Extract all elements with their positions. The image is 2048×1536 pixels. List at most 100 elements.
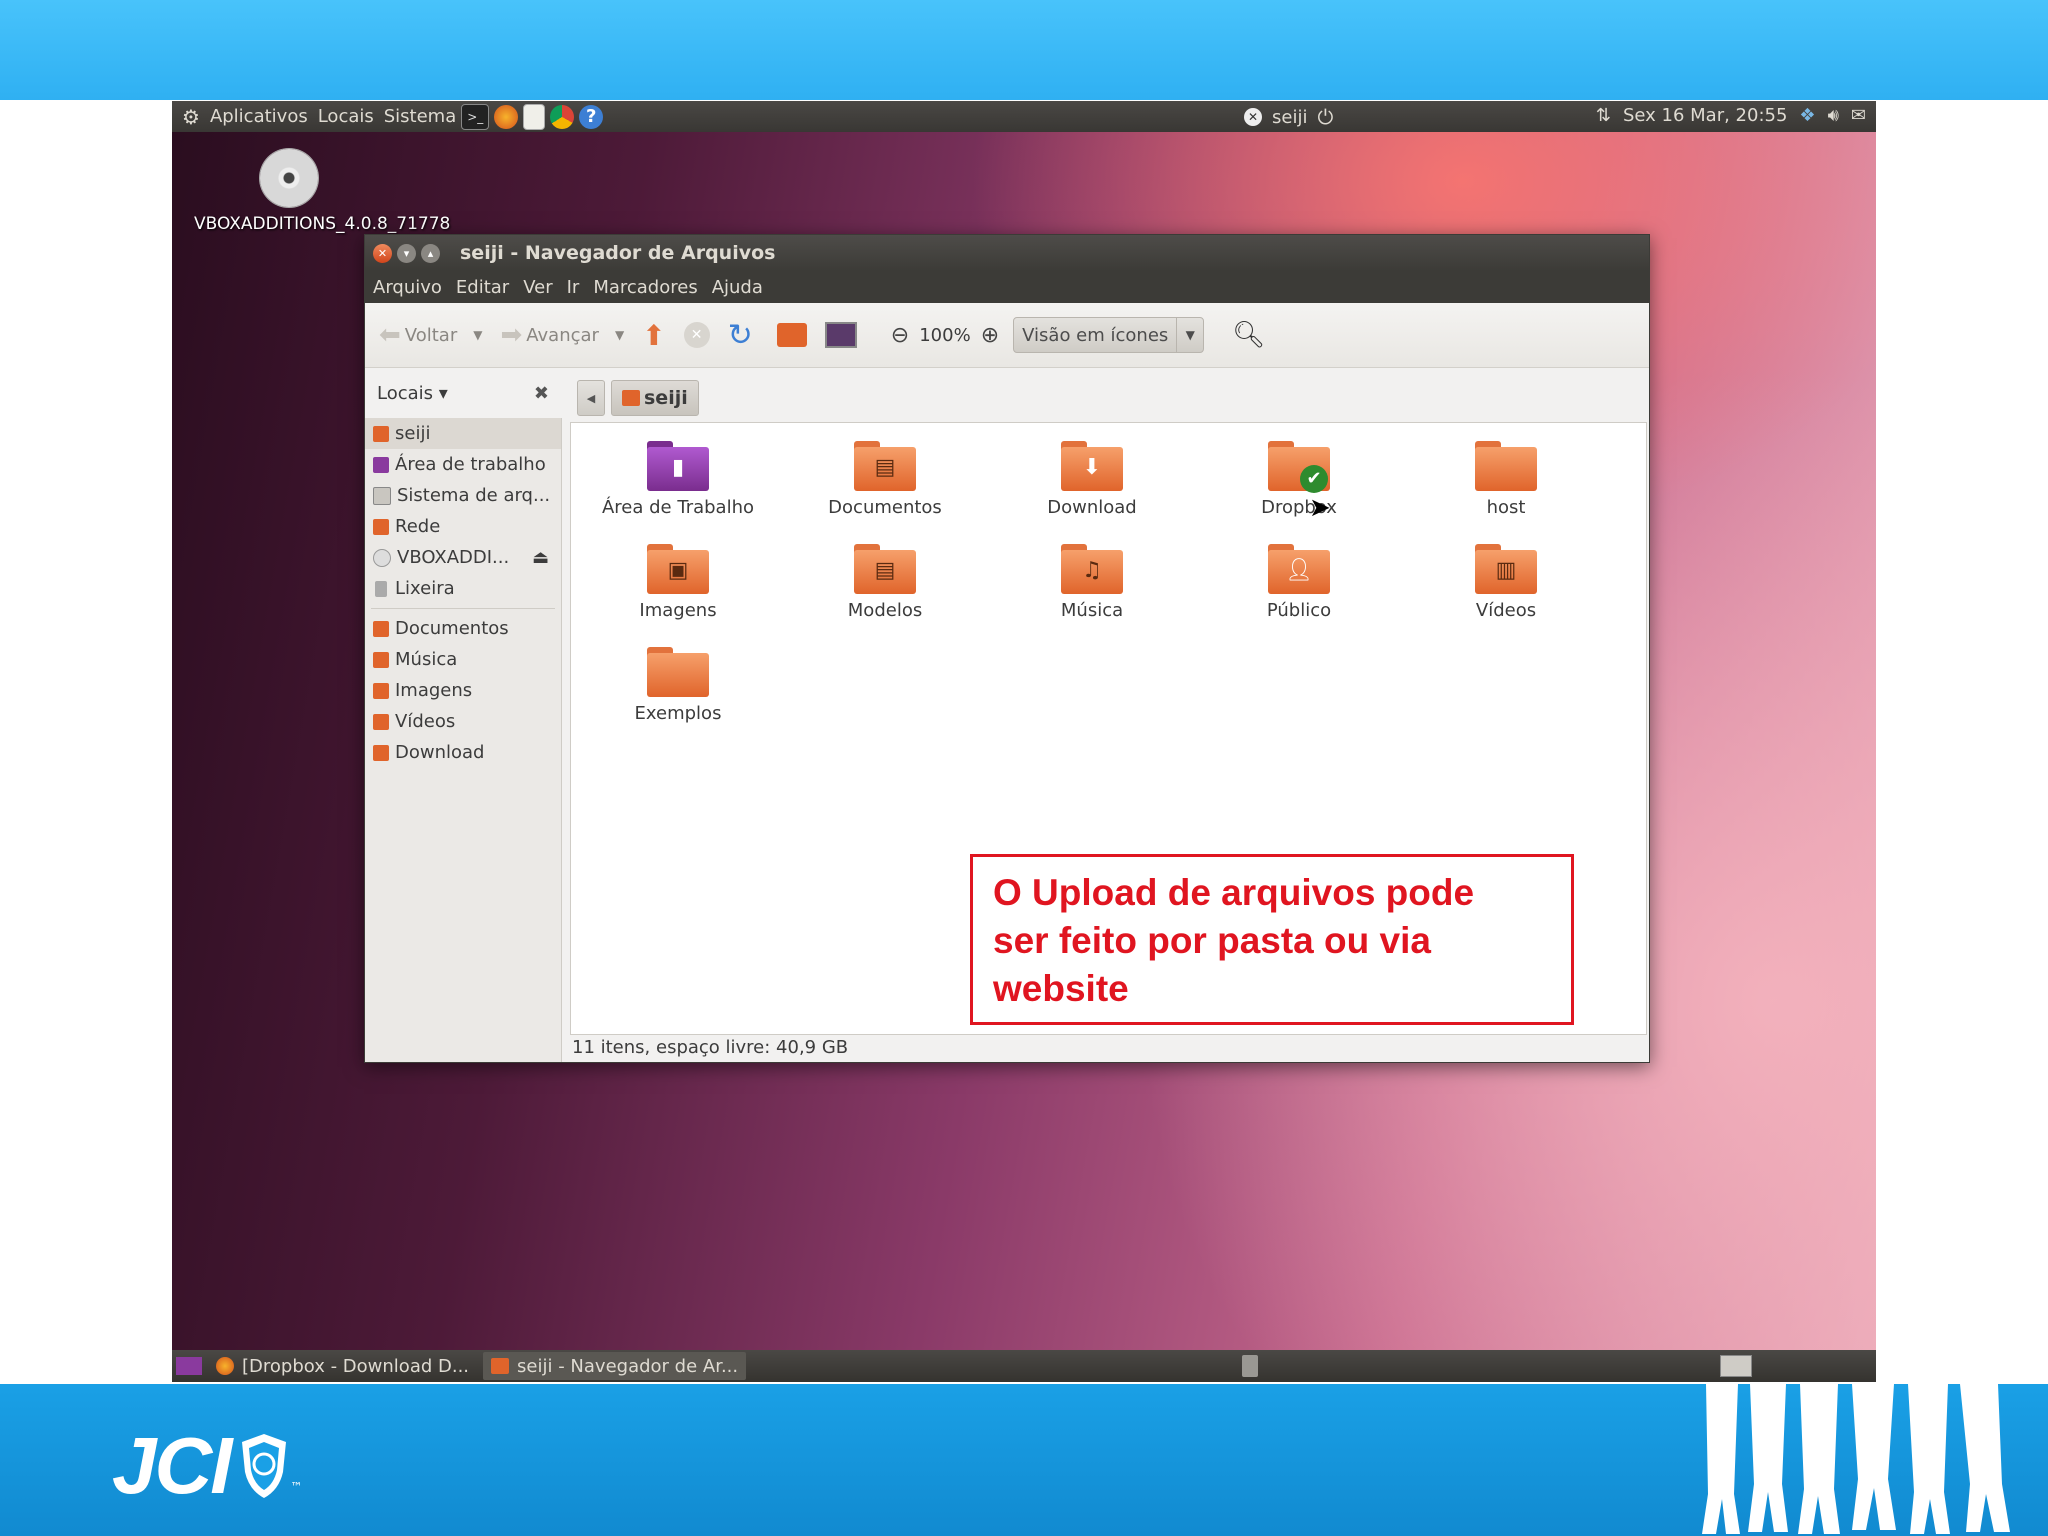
home-folder-icon	[373, 425, 389, 442]
drive-icon	[373, 486, 391, 505]
search-icon[interactable]: 🔍︎	[1232, 320, 1265, 350]
sidebar-item-download[interactable]: Download	[365, 737, 561, 768]
file-item-documentos[interactable]: ▤ Documentos	[785, 441, 985, 518]
file-item-download[interactable]: ⬇ Download	[992, 441, 1192, 518]
sidebar-item-lixeira[interactable]: Lixeira	[365, 573, 561, 604]
sidebar-item-label: Lixeira	[395, 578, 455, 599]
mail-icon[interactable]: ✉	[1851, 105, 1866, 126]
menu-ajuda[interactable]: Ajuda	[712, 277, 763, 298]
sidebar-item-rede[interactable]: Rede	[365, 511, 561, 542]
folder-icon	[373, 620, 389, 637]
user-status-icon[interactable]: ✕	[1244, 108, 1262, 126]
desktop-icon-vboxadditions[interactable]: VBOXADDITIONS_4.0.8_71778	[194, 149, 450, 236]
user-name[interactable]: seiji	[1272, 107, 1307, 128]
file-item-dropbox[interactable]: ✔ Dropbox	[1199, 441, 1399, 518]
firefox-icon[interactable]	[494, 104, 519, 129]
ubuntu-logo-icon[interactable]: ⚙	[182, 105, 200, 129]
menu-arquivo[interactable]: Arquivo	[373, 277, 442, 298]
forward-button[interactable]: ➡ Avançar ▼	[500, 320, 624, 350]
up-arrow-icon[interactable]: ⬆	[642, 319, 665, 352]
sidebar-item-sistema-de-arquivos[interactable]: Sistema de arq...	[365, 480, 561, 511]
minimize-window-button[interactable]: ▾	[397, 243, 416, 263]
clock-datetime[interactable]: Sex 16 Mar, 20:55	[1623, 105, 1787, 126]
help-icon[interactable]: ?	[579, 104, 604, 129]
text-editor-icon[interactable]	[523, 103, 546, 130]
jci-logo: JCI ™	[112, 1420, 303, 1512]
sidebar-item-documentos[interactable]: Documentos	[365, 613, 561, 644]
menu-ir[interactable]: Ir	[567, 277, 580, 298]
sidebar-item-imagens[interactable]: Imagens	[365, 675, 561, 706]
file-icon-view: ▮ Área de Trabalho ▤ Documentos ⬇ Downlo…	[570, 422, 1647, 1035]
public-folder-icon: 👤︎	[1268, 544, 1330, 594]
menu-ver[interactable]: Ver	[523, 277, 552, 298]
sidebar-item-seiji[interactable]: seiji	[365, 418, 561, 449]
trash-icon[interactable]	[1242, 1355, 1258, 1377]
menu-locais[interactable]: Locais	[318, 106, 374, 127]
menu-aplicativos[interactable]: Aplicativos	[210, 106, 308, 127]
taskbar-item-dropbox[interactable]: [Dropbox - Download D...	[208, 1352, 477, 1380]
sidebar-item-label: Download	[395, 742, 485, 763]
file-item-exemplos[interactable]: Exemplos	[578, 647, 778, 724]
menu-editar[interactable]: Editar	[456, 277, 509, 298]
view-mode-label: Visão em ícones	[1022, 324, 1169, 346]
forward-arrow-icon: ➡	[500, 320, 523, 350]
show-desktop-icon[interactable]	[176, 1357, 202, 1375]
sidebar-mode-select[interactable]: Locais ▾	[377, 383, 448, 404]
back-label: Voltar	[404, 324, 458, 346]
path-current-label: seiji	[644, 387, 688, 409]
file-item-modelos[interactable]: ▤ Modelos	[785, 544, 985, 621]
close-sidebar-icon[interactable]: ✖	[534, 383, 549, 404]
sidebar-item-videos[interactable]: Vídeos	[365, 706, 561, 737]
stop-icon[interactable]: ✕	[683, 322, 710, 348]
chrome-icon[interactable]	[550, 104, 575, 129]
sidebar-header: Locais ▾ ✖	[365, 368, 561, 418]
sidebar-divider	[371, 608, 555, 609]
file-item-label: Exemplos	[634, 703, 722, 724]
network-icon[interactable]: ⇅	[1596, 105, 1611, 126]
documents-folder-icon: ▤	[854, 441, 916, 491]
path-scroll-left-icon[interactable]: ◀	[577, 380, 605, 416]
eject-icon[interactable]: ⏏	[532, 547, 549, 568]
power-icon[interactable]: ⏻	[1317, 105, 1333, 129]
music-folder-icon: ♫	[1061, 544, 1123, 594]
file-item-videos[interactable]: ▥ Vídeos	[1406, 544, 1606, 621]
back-button[interactable]: ⬅ Voltar ▼	[379, 320, 482, 350]
zoom-out-icon[interactable]: ⊖	[891, 323, 909, 348]
file-item-imagens[interactable]: ▣ Imagens	[578, 544, 778, 621]
gnome-top-panel: ⚙ Aplicativos Locais Sistema >_ ? ✕ seij…	[172, 101, 1876, 132]
dropbox-tray-icon[interactable]: ❖	[1799, 105, 1815, 126]
file-item-publico[interactable]: 👤︎ Público	[1199, 544, 1399, 621]
window-titlebar[interactable]: ✕ ▾ ▴ seiji - Navegador de Arquivos	[365, 235, 1649, 271]
sidebar-item-vboxadditions[interactable]: VBOXADDI... ⏏	[365, 542, 561, 573]
path-button-seiji[interactable]: seiji	[611, 380, 699, 416]
zoom-in-icon[interactable]: ⊕	[981, 323, 999, 348]
sidebar-item-musica[interactable]: Música	[365, 644, 561, 675]
slide-top-band	[0, 0, 2048, 100]
back-dropdown-icon[interactable]: ▼	[473, 328, 482, 342]
file-manager-window: ✕ ▾ ▴ seiji - Navegador de Arquivos Arqu…	[364, 234, 1650, 1063]
file-item-host[interactable]: host	[1406, 441, 1606, 518]
file-item-area-de-trabalho[interactable]: ▮ Área de Trabalho	[578, 441, 778, 518]
jci-shield-icon	[241, 1434, 286, 1498]
sidebar-item-area-de-trabalho[interactable]: Área de trabalho	[365, 449, 561, 480]
menu-marcadores[interactable]: Marcadores	[593, 277, 697, 298]
menu-sistema[interactable]: Sistema	[384, 106, 457, 127]
taskbar-item-file-manager[interactable]: seiji - Navegador de Ar...	[483, 1352, 747, 1380]
callout-line: O Upload de arquivos pode	[993, 872, 1475, 913]
terminal-icon[interactable]: >_	[461, 103, 490, 130]
desktop-folder-icon	[373, 456, 389, 473]
close-window-button[interactable]: ✕	[373, 243, 392, 263]
home-folder-icon[interactable]	[776, 323, 807, 347]
chevron-down-icon: ▼	[1176, 318, 1203, 352]
sidebar-item-label: Área de trabalho	[395, 454, 546, 475]
reload-icon[interactable]: ↻	[728, 318, 753, 353]
videos-folder-icon: ▥	[1475, 544, 1537, 594]
computer-icon[interactable]	[824, 322, 857, 348]
sidebar-item-label: Rede	[395, 516, 441, 537]
file-item-musica[interactable]: ♫ Música	[992, 544, 1192, 621]
volume-icon[interactable]: 🔊︎	[1828, 105, 1839, 126]
maximize-window-button[interactable]: ▴	[421, 243, 440, 263]
forward-dropdown-icon[interactable]: ▼	[615, 328, 624, 342]
view-mode-select[interactable]: Visão em ícones ▼	[1013, 317, 1205, 353]
workspace-switcher[interactable]	[1720, 1355, 1752, 1377]
